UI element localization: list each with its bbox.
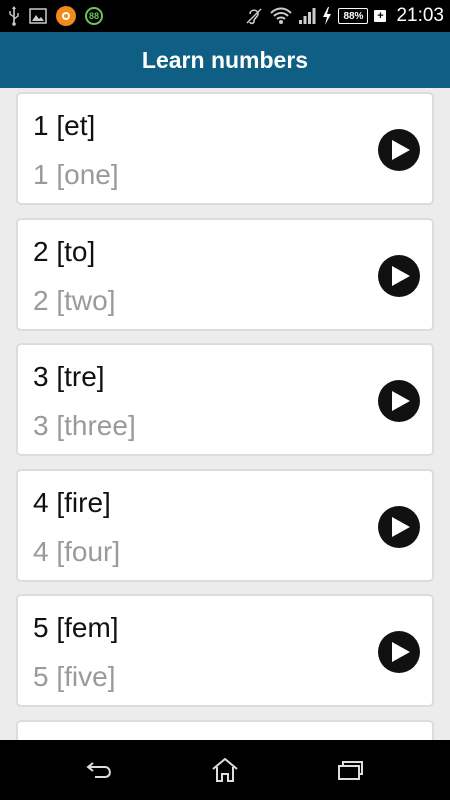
status-bar: 88 88% + 21:03 — [0, 0, 450, 32]
play-button[interactable] — [378, 631, 420, 673]
wifi-icon — [270, 7, 293, 25]
play-button[interactable] — [378, 129, 420, 171]
navigation-bar — [0, 740, 450, 800]
status-left-icons: 88 — [8, 4, 103, 28]
battery-icon: 88% — [338, 8, 369, 24]
home-icon — [212, 757, 238, 782]
list-item[interactable]: 3 [tre] 3 [three] — [16, 343, 434, 456]
number-translation: 5 [five] — [33, 661, 116, 692]
play-icon — [391, 391, 410, 411]
recent-apps-button[interactable] — [334, 756, 366, 784]
play-icon — [391, 140, 410, 160]
number-word: 5 [fem] — [33, 612, 119, 643]
play-icon — [391, 642, 410, 662]
page-title: Learn numbers — [141, 46, 309, 73]
play-button[interactable] — [378, 506, 420, 548]
image-icon — [29, 8, 47, 24]
number-word: 3 [tre] — [33, 361, 105, 392]
back-button[interactable] — [84, 756, 116, 784]
list-item[interactable]: 2 [to] 2 [two] — [16, 218, 434, 331]
battery-plus-icon: + — [374, 10, 387, 22]
status-clock: 21:03 — [396, 5, 444, 26]
hearing-icon — [244, 6, 264, 26]
app-bar: Learn numbers — [0, 32, 450, 88]
signal-icon — [298, 7, 316, 25]
play-icon — [391, 517, 410, 537]
number-translation: 4 [four] — [33, 536, 121, 567]
list-item[interactable]: 1 [et] 1 [one] — [16, 92, 434, 205]
orange-app-icon — [56, 6, 76, 26]
play-icon — [391, 266, 410, 286]
list-item[interactable]: 4 [fire] 4 [four] — [16, 469, 434, 582]
number-word: 4 [fire] — [33, 487, 111, 518]
numbers-list: 1 [et] 1 [one] 2 [to] 2 [two] 3 [tre] 3 … — [0, 88, 450, 740]
charging-icon — [322, 7, 332, 25]
number-translation: 1 [one] — [33, 159, 119, 190]
number-word: 1 [et] — [33, 110, 96, 141]
recent-apps-icon — [338, 761, 363, 780]
list-item[interactable] — [16, 720, 434, 740]
number-translation: 3 [three] — [33, 410, 136, 441]
usb-icon — [8, 6, 20, 26]
back-icon — [86, 762, 111, 778]
number-translation: 2 [two] — [33, 285, 116, 316]
home-button[interactable] — [209, 756, 241, 784]
list-item[interactable]: 5 [fem] 5 [five] — [16, 594, 434, 707]
badge-88-icon: 88 — [85, 7, 103, 25]
number-word: 2 [to] — [33, 236, 96, 267]
status-right-icons: 88% + 21:03 — [244, 4, 444, 28]
play-button[interactable] — [378, 255, 420, 297]
play-button[interactable] — [378, 380, 420, 422]
